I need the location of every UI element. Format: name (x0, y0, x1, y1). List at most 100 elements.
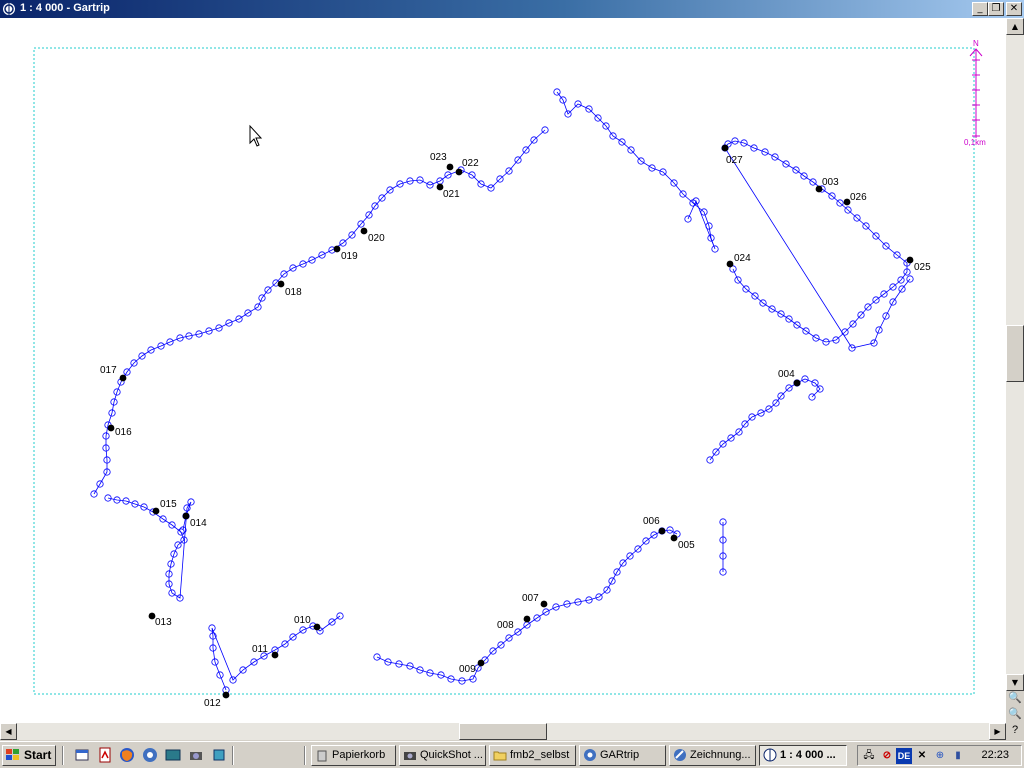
waypoint-marker[interactable] (313, 623, 321, 631)
gartrip-quicklaunch-icon[interactable] (142, 747, 158, 763)
waypoint-marker[interactable] (107, 424, 115, 432)
waypoint-marker[interactable] (721, 144, 729, 152)
waypoint-marker[interactable] (477, 659, 485, 667)
scroll-left-arrow-icon[interactable]: ◀ (0, 723, 17, 740)
waypoint-label: 021 (443, 189, 460, 200)
waypoint-marker[interactable] (658, 527, 666, 535)
restore-button[interactable]: ❐ (988, 2, 1004, 16)
waypoint-marker[interactable] (152, 507, 160, 515)
waypoint-marker[interactable] (726, 260, 734, 268)
waypoint-marker[interactable] (793, 379, 801, 387)
north-label: N (973, 39, 979, 48)
waypoint-005[interactable]: 005 (670, 534, 696, 551)
waypoint-027[interactable]: 027 (721, 144, 744, 166)
battery-icon[interactable]: ▮ (950, 748, 966, 764)
track-line (709, 378, 821, 461)
title-bar[interactable]: 1 : 4 000 - Gartrip _ ❐ ✕ (0, 0, 1024, 18)
waypoint-013[interactable]: 013 (148, 612, 173, 628)
waypoint-label: 023 (430, 152, 447, 163)
firefox-icon[interactable] (119, 747, 135, 763)
track-line (556, 91, 716, 250)
map-view[interactable]: 003 004 005 006 007 008 009 010 011 012 013 014 015 0… (0, 18, 1006, 723)
waypoint-024[interactable]: 024 (726, 253, 752, 268)
show-desktop-icon[interactable] (74, 747, 90, 763)
waypoint-023[interactable]: 023 (430, 152, 454, 171)
waypoint-007[interactable]: 007 (522, 593, 548, 608)
language-indicator[interactable]: DE (896, 748, 912, 764)
waypoint-label: 027 (726, 155, 743, 166)
waypoint-label: 018 (285, 287, 302, 298)
waypoint-marker[interactable] (119, 374, 127, 382)
task-quickshot[interactable]: QuickShot ... (399, 745, 486, 766)
task-papierkorb[interactable]: Papierkorb (311, 745, 396, 766)
help-icon[interactable]: ? (1007, 723, 1023, 738)
network-icon[interactable]: 🖧 (861, 748, 877, 764)
waypoint-021[interactable]: 021 (436, 183, 461, 200)
drawing-app-icon (674, 749, 686, 761)
recycle-bin-icon (317, 750, 327, 762)
start-button[interactable]: Start (2, 745, 56, 766)
zoom-out-icon[interactable]: 🔍 (1007, 707, 1023, 722)
track-line (724, 140, 911, 349)
waypoint-label: 005 (678, 540, 695, 551)
waypoint-marker[interactable] (455, 168, 463, 176)
waypoint-marker[interactable] (523, 615, 531, 623)
waypoint-marker[interactable] (446, 163, 454, 171)
taskbar-separator (304, 746, 306, 765)
waypoint-011[interactable]: 011 (252, 644, 279, 659)
waypoint-009[interactable]: 009 (459, 659, 485, 675)
minimize-button[interactable]: _ (972, 2, 988, 16)
horizontal-scrollbar[interactable]: ◀ ▶ (0, 723, 1006, 740)
scroll-down-arrow-icon[interactable]: ▼ (1006, 674, 1024, 691)
mouse-cursor-icon (249, 124, 263, 147)
waypoint-015[interactable]: 015 (152, 499, 178, 515)
task-zeichnung[interactable]: Zeichnung... (669, 745, 756, 766)
waypoint-008[interactable]: 008 (497, 615, 531, 631)
waypoint-004[interactable]: 004 (778, 369, 801, 387)
horizontal-scroll-thumb[interactable] (459, 723, 547, 740)
task-fmb2-selbst[interactable]: fmb2_selbst (489, 745, 576, 766)
camera-icon[interactable] (188, 747, 204, 763)
waypoint-marker[interactable] (360, 227, 368, 235)
map-canvas[interactable]: 003 004 005 006 007 008 009 010 011 012 013 014 015 0… (0, 18, 1006, 723)
waypoint-marker[interactable] (333, 245, 341, 253)
waypoint-marker[interactable] (906, 256, 914, 264)
waypoint-label: 015 (160, 499, 177, 510)
waypoint-label: 014 (190, 518, 207, 529)
waypoint-018[interactable]: 018 (277, 280, 303, 298)
waypoint-017[interactable]: 017 (100, 365, 127, 382)
waypoint-016[interactable]: 016 (107, 424, 133, 438)
scroll-right-arrow-icon[interactable]: ▶ (989, 723, 1006, 740)
globe-icon[interactable]: ⊕ (932, 748, 948, 764)
x-icon[interactable]: ✕ (914, 748, 930, 764)
scroll-up-arrow-icon[interactable]: ▲ (1006, 18, 1024, 35)
waypoint-marker[interactable] (182, 512, 190, 520)
vertical-scroll-thumb[interactable] (1006, 325, 1024, 382)
task-current-map-window[interactable]: 1 : 4 000 ... (759, 745, 847, 766)
waypoint-layer: 003 004 005 006 007 008 009 010 011 012 013 014 015 0… (100, 144, 931, 709)
map-frame (33, 47, 975, 695)
waypoint-marker[interactable] (271, 651, 279, 659)
waypoint-marker[interactable] (277, 280, 285, 288)
waypoint-marker[interactable] (540, 600, 548, 608)
close-button[interactable]: ✕ (1006, 2, 1022, 16)
vertical-scrollbar[interactable]: ▲ ▼ (1006, 18, 1024, 691)
waypoint-003[interactable]: 003 (815, 177, 840, 193)
waypoint-019[interactable]: 019 (333, 245, 359, 262)
scale-label: 0,1km (964, 138, 986, 147)
waypoint-label: 009 (459, 664, 476, 675)
waypoint-020[interactable]: 020 (360, 227, 386, 244)
waypoint-026[interactable]: 026 (843, 192, 868, 206)
pdf-reader-icon[interactable] (97, 747, 113, 763)
mute-icon[interactable]: ⊘ (879, 748, 895, 764)
clock: 22:23 (981, 749, 1009, 761)
waypoint-marker[interactable] (222, 691, 230, 699)
windows-logo-icon (6, 749, 19, 760)
waypoint-label: 011 (252, 644, 268, 655)
waypoint-label: 004 (778, 369, 795, 380)
waypoint-marker[interactable] (670, 534, 678, 542)
application-icon[interactable] (211, 747, 227, 763)
terminal-icon[interactable] (165, 747, 181, 763)
zoom-in-icon[interactable]: 🔍 (1007, 691, 1023, 706)
task-gartrip[interactable]: GARtrip (579, 745, 666, 766)
